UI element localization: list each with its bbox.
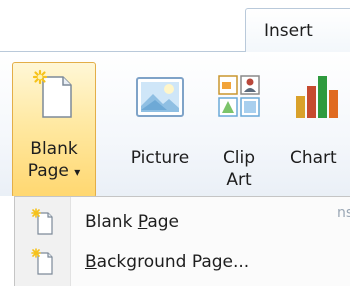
blank-page-label-line2: Page ▾ [13, 161, 95, 183]
ghosted-ribbon-text: ns [337, 205, 350, 221]
clip-art-label-line2: Art [226, 170, 252, 190]
picture-icon [136, 77, 184, 117]
picture-button[interactable]: Picture [116, 62, 204, 202]
blank-page-button[interactable]: Blank Page ▾ [12, 62, 96, 198]
clip-art-label-line1: Clip [222, 148, 256, 168]
picture-label: Picture [130, 148, 190, 168]
clip-art-icon [218, 75, 260, 117]
menu-item-blank-page[interactable]: Blank Page ns [15, 203, 350, 241]
menu-item-text: age [147, 212, 179, 232]
menu-item-text: ackground Page... [96, 252, 250, 272]
tab-insert-label: Insert [264, 21, 313, 41]
blank-page-icon [32, 69, 72, 118]
ribbon-insert-panel: Blank Page ▾ Picture Clip Art Chart [0, 52, 350, 202]
clip-art-button[interactable]: Clip Art [208, 62, 270, 202]
menu-item-label: Background Page... [85, 252, 249, 272]
blank-page-label-line1: Blank [30, 139, 78, 159]
background-page-icon [31, 248, 53, 275]
dropdown-arrow-icon[interactable]: ▾ [74, 165, 80, 179]
chart-icon [296, 76, 338, 118]
dropdown-panel: Blank Page ns Background Page... [14, 196, 350, 286]
menu-item-label: Blank Page [85, 212, 179, 232]
accelerator-key: B [85, 252, 97, 272]
ribbon-tab-strip: Insert [0, 0, 350, 52]
menu-item-background-page[interactable]: Background Page... [15, 243, 350, 281]
tab-insert[interactable]: Insert [245, 8, 350, 52]
chart-button[interactable]: Chart [278, 62, 350, 202]
chart-label: Chart [290, 148, 337, 168]
blank-page-dropdown-menu: Blank Page ns Background Page... [0, 196, 350, 286]
blank-page-label-text: Page [27, 161, 69, 181]
accelerator-key: P [137, 212, 148, 232]
blank-page-icon [31, 208, 53, 235]
menu-item-text: Blank [85, 212, 138, 232]
